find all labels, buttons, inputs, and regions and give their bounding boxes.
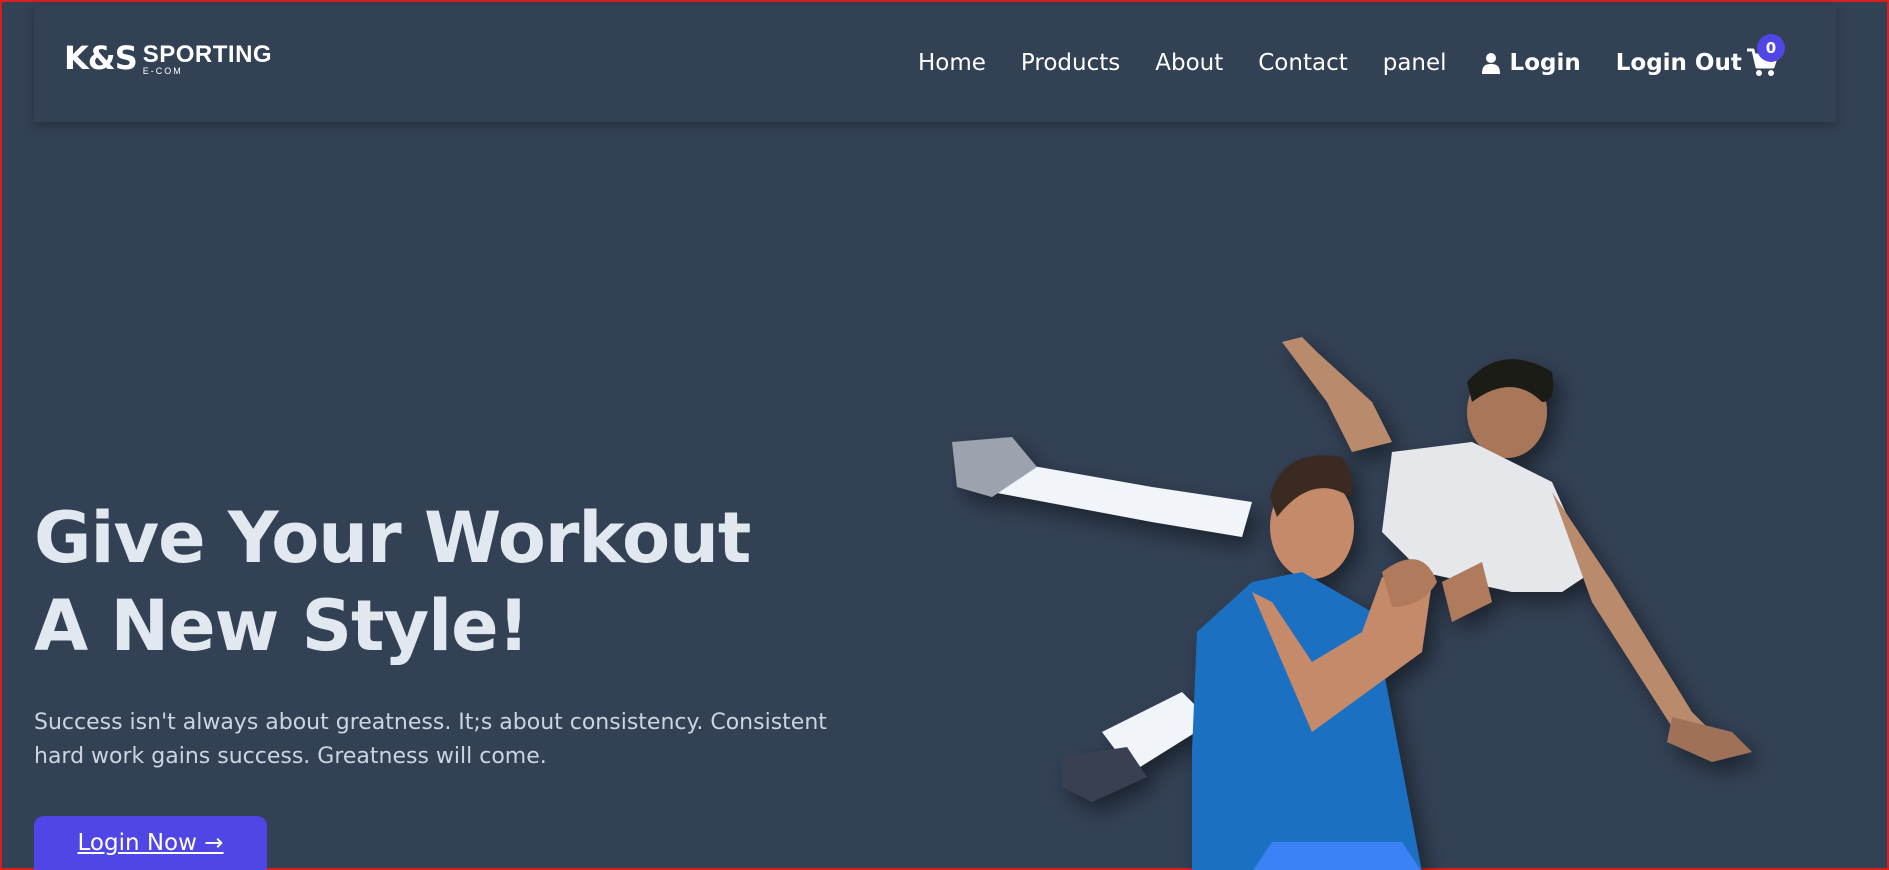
hero-title: Give Your Workout A New Style! <box>34 494 751 670</box>
hero-title-line-1: Give Your Workout <box>34 497 751 579</box>
nav-links: Home Products About Contact panel Login … <box>918 48 1777 78</box>
logo-monogram: K&S <box>64 39 138 77</box>
user-icon <box>1481 53 1500 74</box>
login-link[interactable]: Login <box>1481 48 1581 78</box>
nav-contact-link[interactable]: Contact <box>1258 48 1347 78</box>
brand-logo[interactable]: K&S SPORTING E-COM <box>64 42 272 76</box>
logo-word: SPORTING <box>142 41 273 68</box>
hero-title-line-2: A New Style! <box>34 585 530 667</box>
hero-description: Success isn't always about greatness. It… <box>34 710 827 769</box>
nav-about-link[interactable]: About <box>1155 48 1223 78</box>
login-label: Login <box>1509 50 1581 76</box>
logo-subtitle: E-COM <box>142 66 183 76</box>
nav-products-link[interactable]: Products <box>1021 48 1120 78</box>
nav-panel-link[interactable]: panel <box>1383 48 1447 78</box>
nav-home-link[interactable]: Home <box>918 48 986 78</box>
navbar: K&S SPORTING E-COM Home Products About C… <box>34 6 1836 122</box>
athletes-image <box>952 337 1752 870</box>
login-now-button[interactable]: Login Now → <box>34 816 267 870</box>
cart-count-badge: 0 <box>1757 34 1785 62</box>
logo-text: SPORTING E-COM <box>142 41 273 77</box>
logout-link[interactable]: Login Out <box>1616 48 1742 78</box>
